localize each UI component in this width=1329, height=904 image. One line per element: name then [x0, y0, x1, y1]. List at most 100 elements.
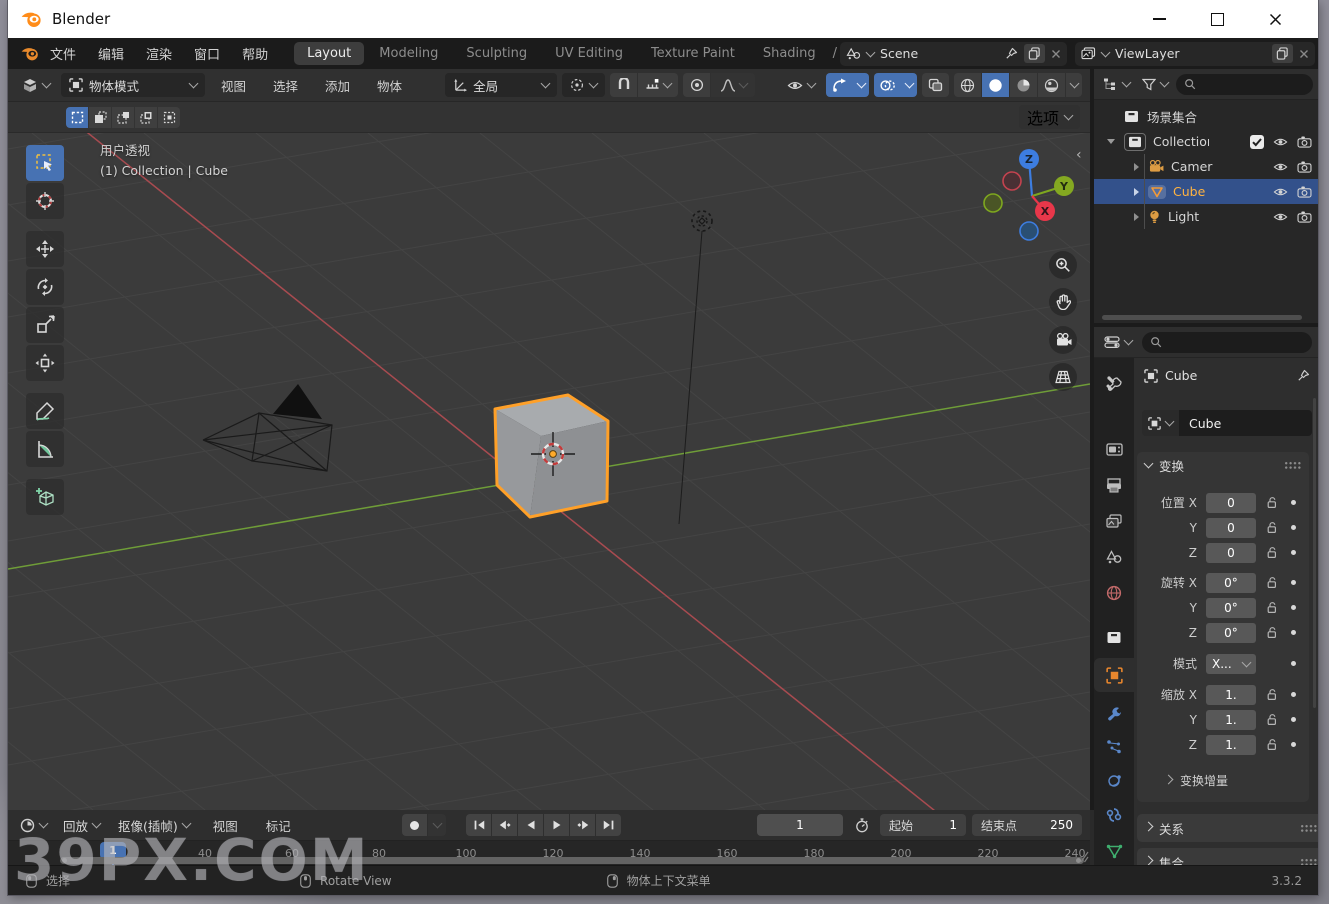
autokey-dropdown[interactable]: [428, 814, 447, 836]
select-mode-intersect[interactable]: [158, 106, 180, 128]
gizmo-dropdown[interactable]: [853, 73, 869, 97]
close-button[interactable]: [1246, 0, 1304, 38]
workspace-tab-layout[interactable]: Layout: [294, 42, 365, 65]
object-name-field[interactable]: Cube: [1179, 410, 1312, 436]
tab-modifiers[interactable]: [1094, 696, 1134, 730]
tab-scene[interactable]: [1094, 540, 1134, 574]
tool-annotate[interactable]: [26, 393, 64, 429]
location-x-field[interactable]: 0: [1206, 492, 1256, 513]
animate-dot[interactable]: [1291, 550, 1296, 555]
pivot-point-dropdown[interactable]: [562, 73, 606, 97]
animate-dot[interactable]: [1291, 525, 1296, 530]
tool-rotate[interactable]: [26, 269, 64, 305]
snap-target-dropdown[interactable]: [638, 73, 679, 97]
play-button[interactable]: [544, 814, 570, 836]
menu-render[interactable]: 渲染: [135, 44, 183, 63]
prev-keyframe-button[interactable]: [492, 814, 518, 836]
relations-panel[interactable]: 关系: [1137, 814, 1318, 842]
scene-new-button[interactable]: [1024, 44, 1046, 63]
use-preview-range-toggle[interactable]: [849, 814, 874, 836]
scale-z-field[interactable]: 1.: [1206, 734, 1256, 755]
shading-wireframe-button[interactable]: [954, 73, 981, 97]
viewlayer-remove-icon[interactable]: [1299, 49, 1309, 59]
camera-view-button[interactable]: [1049, 326, 1077, 354]
lock-icon[interactable]: [1266, 713, 1278, 726]
hide-eye-icon[interactable]: [1273, 137, 1288, 147]
tool-add-cube[interactable]: [26, 479, 64, 515]
scale-y-field[interactable]: 1.: [1206, 709, 1256, 730]
lock-icon[interactable]: [1266, 576, 1278, 589]
workspace-tab-shading[interactable]: Shading: [750, 42, 829, 65]
lock-icon[interactable]: [1266, 521, 1278, 534]
lock-icon[interactable]: [1266, 546, 1278, 559]
location-y-field[interactable]: 0: [1206, 517, 1256, 538]
show-overlays-toggle[interactable]: [874, 73, 901, 97]
animate-dot[interactable]: [1291, 605, 1296, 610]
workspace-tab-modeling[interactable]: Modeling: [366, 42, 451, 65]
animate-dot[interactable]: [1291, 500, 1296, 505]
tool-measure[interactable]: [26, 431, 64, 467]
axis-neg-z-handle[interactable]: [1019, 221, 1039, 241]
pan-button[interactable]: [1049, 288, 1077, 316]
rotation-mode-dropdown[interactable]: X...: [1206, 653, 1256, 674]
proportional-edit-toggle[interactable]: [683, 73, 711, 97]
select-mode-invert[interactable]: [135, 106, 157, 128]
render-visibility-icon[interactable]: [1297, 186, 1312, 198]
tab-collection[interactable]: [1094, 620, 1134, 654]
collection-checkbox[interactable]: [1250, 134, 1264, 149]
tab-object-data[interactable]: [1094, 834, 1134, 865]
select-mode-subtract[interactable]: [112, 106, 134, 128]
outliner-hscrollbar[interactable]: [1102, 315, 1302, 320]
outliner-search-input[interactable]: [1176, 73, 1313, 95]
scale-x-field[interactable]: 1.: [1206, 684, 1256, 705]
tab-physics[interactable]: [1094, 764, 1134, 798]
maximize-button[interactable]: [1188, 0, 1246, 38]
outliner-row-collection[interactable]: Collection: [1094, 129, 1318, 154]
next-keyframe-button[interactable]: [570, 814, 596, 836]
minimize-button[interactable]: [1130, 0, 1188, 38]
viewlayer-new-button[interactable]: [1272, 44, 1294, 63]
light-expand-arrow[interactable]: [1134, 212, 1139, 221]
shading-rendered-button[interactable]: [1038, 73, 1065, 97]
menu-edit[interactable]: 编辑: [87, 44, 135, 63]
tool-move[interactable]: [26, 231, 64, 267]
play-reverse-button[interactable]: [518, 814, 544, 836]
outliner-row-camera[interactable]: Camera: [1094, 154, 1318, 179]
render-visibility-icon[interactable]: [1297, 136, 1312, 148]
mode-dropdown[interactable]: 物体模式: [61, 73, 205, 97]
viewport-menu-object[interactable]: 物体: [366, 76, 413, 95]
render-visibility-icon[interactable]: [1297, 211, 1312, 223]
current-frame-field[interactable]: 1: [757, 814, 843, 836]
panel-grip-icon[interactable]: [1300, 824, 1317, 832]
workspace-tab-sculpting[interactable]: Sculpting: [453, 42, 540, 65]
shading-solid-button[interactable]: [982, 73, 1009, 97]
workspace-tab-overflow[interactable]: /: [833, 46, 837, 61]
hide-eye-icon[interactable]: [1273, 187, 1288, 197]
xray-toggle[interactable]: [922, 73, 949, 97]
tab-render[interactable]: [1094, 432, 1134, 466]
viewport-menu-select[interactable]: 选择: [262, 76, 309, 95]
show-gizmo-toggle[interactable]: [826, 73, 853, 97]
menu-help[interactable]: 帮助: [231, 44, 279, 63]
menu-window[interactable]: 窗口: [183, 44, 231, 63]
outliner-row-cube-selected[interactable]: Cube: [1094, 179, 1318, 204]
menu-file[interactable]: 文件: [39, 44, 87, 63]
orthographic-toggle-button[interactable]: [1049, 363, 1077, 391]
workspace-tab-uv-editing[interactable]: UV Editing: [542, 42, 636, 65]
properties-editor-type[interactable]: [1100, 330, 1136, 354]
animate-dot[interactable]: [1291, 580, 1296, 585]
animate-dot[interactable]: [1291, 692, 1296, 697]
animate-dot[interactable]: [1291, 630, 1296, 635]
cube-expand-arrow[interactable]: [1134, 187, 1139, 196]
viewport-menu-view[interactable]: 视图: [210, 76, 257, 95]
tab-world[interactable]: [1094, 576, 1134, 610]
outliner-row-scene-collection[interactable]: 场景集合: [1094, 104, 1318, 129]
tool-cursor[interactable]: [26, 183, 64, 219]
rotation-x-field[interactable]: 0°: [1206, 572, 1256, 593]
snap-toggle[interactable]: [610, 73, 638, 97]
pin-icon[interactable]: [1005, 47, 1018, 60]
options-dropdown[interactable]: 选项: [1018, 105, 1080, 129]
shading-dropdown[interactable]: [1066, 73, 1082, 97]
delta-transform-subpanel[interactable]: 变换增量: [1137, 768, 1309, 793]
select-mode-extend[interactable]: [89, 106, 111, 128]
